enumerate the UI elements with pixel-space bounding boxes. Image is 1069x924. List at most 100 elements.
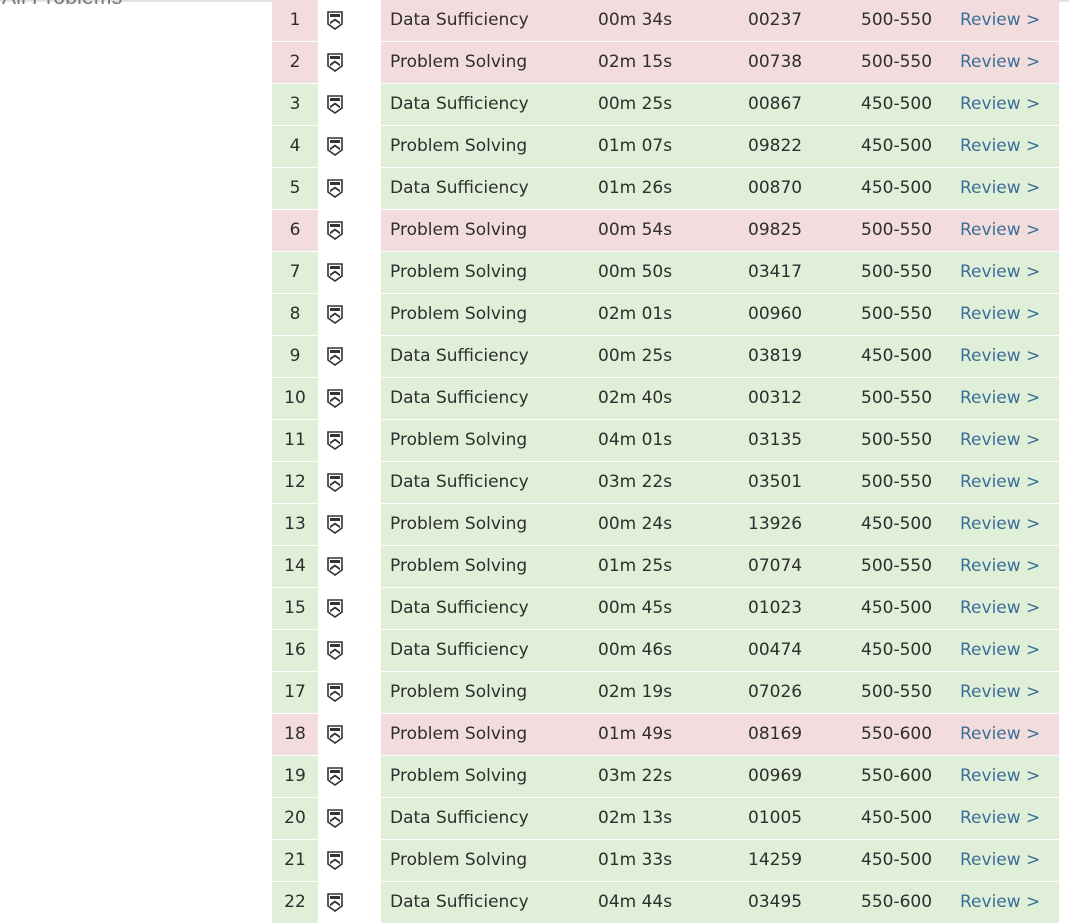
- review-link[interactable]: Review >: [960, 714, 1040, 755]
- row-icon-cell: [318, 378, 381, 420]
- review-link[interactable]: Review >: [960, 882, 1040, 923]
- question-type: Data Sufficiency: [390, 892, 529, 912]
- shield-chevron-icon: [327, 893, 343, 912]
- row-number: 22: [284, 892, 306, 912]
- review-link[interactable]: Review >: [960, 336, 1040, 377]
- table-row: 16 Data Sufficiency 00m 46s 00474 450-50…: [272, 630, 1059, 672]
- time-spent: 02m 13s: [598, 808, 673, 828]
- shield-chevron-icon: [327, 641, 343, 660]
- question-type: Problem Solving: [390, 850, 528, 870]
- review-link[interactable]: Review >: [960, 0, 1040, 41]
- review-link[interactable]: Review >: [960, 294, 1040, 335]
- review-link[interactable]: Review >: [960, 210, 1040, 251]
- row-icon-cell: [318, 42, 381, 84]
- time-spent: 02m 01s: [598, 304, 673, 324]
- shield-chevron-icon: [327, 767, 343, 786]
- review-link[interactable]: Review >: [960, 798, 1040, 839]
- time-spent: 00m 50s: [598, 262, 673, 282]
- time-spent: 00m 25s: [598, 94, 673, 114]
- table-row: 22 Data Sufficiency 04m 44s 03495 550-60…: [272, 882, 1059, 924]
- table-row: 21 Problem Solving 01m 33s 14259 450-500…: [272, 840, 1059, 882]
- row-number: 17: [284, 682, 306, 702]
- question-id: 07026: [748, 682, 803, 702]
- review-link[interactable]: Review >: [960, 672, 1040, 713]
- question-id: 03501: [748, 472, 803, 492]
- review-link[interactable]: Review >: [960, 630, 1040, 671]
- question-type: Problem Solving: [390, 766, 528, 786]
- review-link[interactable]: Review >: [960, 588, 1040, 629]
- row-number: 21: [284, 850, 306, 870]
- shield-chevron-icon: [327, 95, 343, 114]
- table-row: 14 Problem Solving 01m 25s 07074 500-550…: [272, 546, 1059, 588]
- row-icon-cell: [318, 0, 381, 42]
- question-type: Data Sufficiency: [390, 346, 529, 366]
- review-link[interactable]: Review >: [960, 84, 1040, 125]
- row-icon-cell: [318, 126, 381, 168]
- question-id: 07074: [748, 556, 803, 576]
- review-link[interactable]: Review >: [960, 252, 1040, 293]
- difficulty: 500-550: [861, 556, 933, 576]
- time-spent: 00m 25s: [598, 346, 673, 366]
- table-row: 7 Problem Solving 00m 50s 03417 500-550 …: [272, 252, 1059, 294]
- review-link[interactable]: Review >: [960, 756, 1040, 797]
- review-link[interactable]: Review >: [960, 840, 1040, 881]
- row-number: 14: [284, 556, 306, 576]
- row-icon-cell: [318, 798, 381, 840]
- review-link[interactable]: Review >: [960, 168, 1040, 209]
- review-link[interactable]: Review >: [960, 504, 1040, 545]
- row-number: 2: [289, 52, 301, 72]
- row-number: 15: [284, 598, 306, 618]
- shield-chevron-icon: [327, 431, 343, 450]
- review-link[interactable]: Review >: [960, 420, 1040, 461]
- table-row: 2 Problem Solving 02m 15s 00738 500-550 …: [272, 42, 1059, 84]
- time-spent: 03m 22s: [598, 472, 673, 492]
- review-link[interactable]: Review >: [960, 126, 1040, 167]
- review-link[interactable]: Review >: [960, 462, 1040, 503]
- shield-chevron-icon: [327, 11, 343, 30]
- question-id: 00738: [748, 52, 803, 72]
- question-type: Data Sufficiency: [390, 598, 529, 618]
- table-row: 9 Data Sufficiency 00m 25s 03819 450-500…: [272, 336, 1059, 378]
- question-type: Problem Solving: [390, 682, 528, 702]
- time-spent: 00m 24s: [598, 514, 673, 534]
- shield-chevron-icon: [327, 389, 343, 408]
- question-type: Problem Solving: [390, 556, 528, 576]
- table-row: 12 Data Sufficiency 03m 22s 03501 500-55…: [272, 462, 1059, 504]
- row-number: 19: [284, 766, 306, 786]
- difficulty: 500-550: [861, 304, 933, 324]
- review-link[interactable]: Review >: [960, 546, 1040, 587]
- difficulty: 500-550: [861, 682, 933, 702]
- question-type: Problem Solving: [390, 136, 528, 156]
- table-row: 10 Data Sufficiency 02m 40s 00312 500-55…: [272, 378, 1059, 420]
- shield-chevron-icon: [327, 221, 343, 240]
- difficulty: 550-600: [861, 892, 933, 912]
- question-id: 03495: [748, 892, 803, 912]
- question-id: 09822: [748, 136, 803, 156]
- review-link[interactable]: Review >: [960, 378, 1040, 419]
- question-id: 09825: [748, 220, 803, 240]
- question-type: Problem Solving: [390, 262, 528, 282]
- question-id: 14259: [748, 850, 803, 870]
- row-number: 6: [289, 220, 301, 240]
- question-type: Problem Solving: [390, 220, 528, 240]
- problems-table: 1 Data Sufficiency 00m 34s 00237 500-550…: [272, 0, 1059, 924]
- question-type: Data Sufficiency: [390, 640, 529, 660]
- row-icon-cell: [318, 672, 381, 714]
- row-icon-cell: [318, 294, 381, 336]
- difficulty: 500-550: [861, 220, 933, 240]
- row-icon-cell: [318, 756, 381, 798]
- row-number: 5: [289, 178, 301, 198]
- difficulty: 450-500: [861, 850, 933, 870]
- row-number: 1: [289, 10, 301, 30]
- difficulty: 550-600: [861, 766, 933, 786]
- row-icon-cell: [318, 504, 381, 546]
- row-number: 8: [289, 304, 301, 324]
- difficulty: 500-550: [861, 10, 933, 30]
- shield-chevron-icon: [327, 53, 343, 72]
- time-spent: 01m 33s: [598, 850, 673, 870]
- shield-chevron-icon: [327, 557, 343, 576]
- table-row: 19 Problem Solving 03m 22s 00969 550-600…: [272, 756, 1059, 798]
- time-spent: 00m 45s: [598, 598, 673, 618]
- review-link[interactable]: Review >: [960, 42, 1040, 83]
- row-icon-cell: [318, 462, 381, 504]
